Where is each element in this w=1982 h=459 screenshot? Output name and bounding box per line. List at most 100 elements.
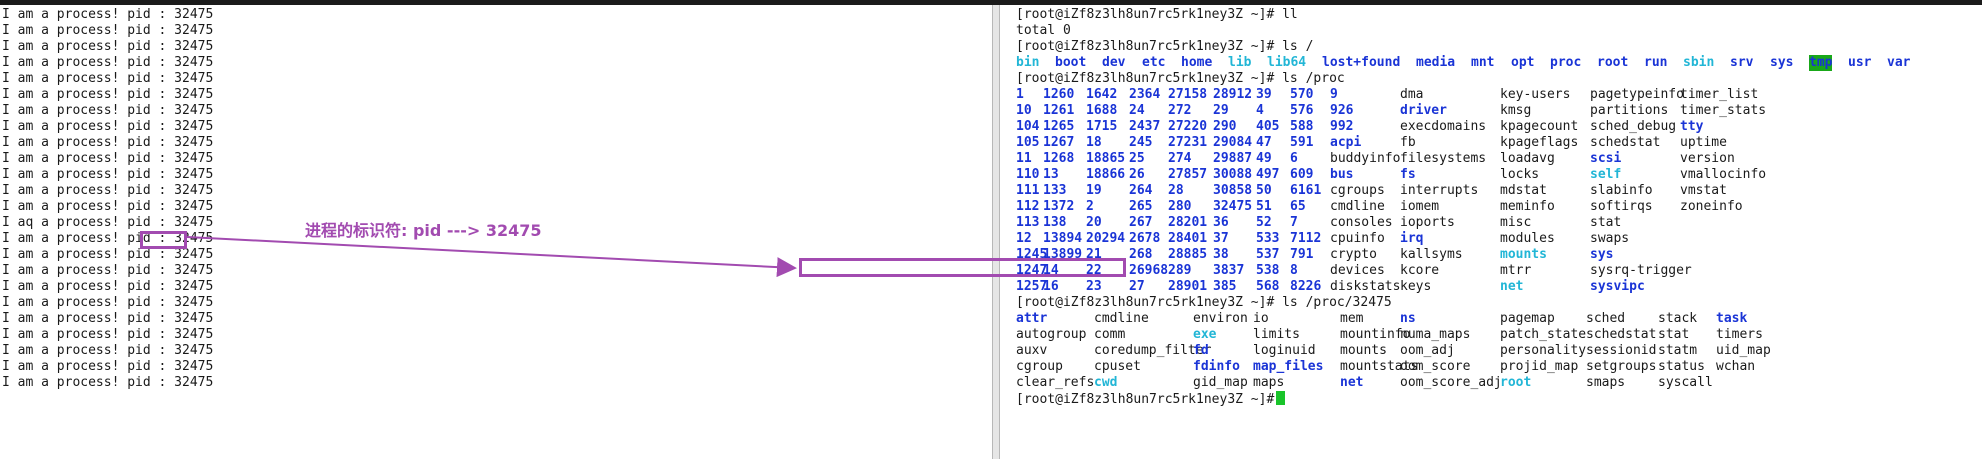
pid-entry: comm bbox=[1094, 327, 1126, 342]
proc-entry: key-users bbox=[1500, 87, 1571, 102]
output-line: I am a process! pid : 32475 bbox=[2, 135, 214, 150]
output-line: I am a process! pid : 32475 bbox=[2, 343, 214, 358]
pid-entry: setgroups bbox=[1586, 359, 1657, 374]
proc-entry: 280 bbox=[1168, 199, 1192, 214]
proc-entry: 30088 bbox=[1213, 167, 1253, 182]
pid-entry: cwd bbox=[1094, 375, 1118, 390]
proc-entry: acpi bbox=[1330, 135, 1362, 150]
proc-entry: bus bbox=[1330, 167, 1354, 182]
proc-entry: 133 bbox=[1043, 183, 1067, 198]
proc-entry: driver bbox=[1400, 103, 1447, 118]
pid-entry: map_files bbox=[1253, 359, 1324, 374]
root-dir-entry: home bbox=[1181, 55, 1213, 70]
proc-entry: 7 bbox=[1290, 215, 1298, 230]
proc-entry: 791 bbox=[1290, 247, 1314, 262]
proc-entry: sched_debug bbox=[1590, 119, 1677, 134]
proc-entry: 385 bbox=[1213, 279, 1237, 294]
pane-divider[interactable] bbox=[992, 5, 1000, 459]
terminal-cursor bbox=[1276, 391, 1286, 405]
proc-entry: buddyinfo bbox=[1330, 151, 1401, 166]
pid-entry: patch_state bbox=[1500, 327, 1587, 342]
proc-entry: 19 bbox=[1086, 183, 1102, 198]
proc-entry: 30858 bbox=[1213, 183, 1253, 198]
proc-entry: 1260 bbox=[1043, 87, 1075, 102]
proc-entry: 609 bbox=[1290, 167, 1314, 182]
proc-entry: 36 bbox=[1213, 215, 1229, 230]
proc-entry: scsi bbox=[1590, 151, 1622, 166]
proc-entry: 25 bbox=[1129, 151, 1145, 166]
proc-entry: 112 bbox=[1016, 199, 1040, 214]
proc-entry: crypto bbox=[1330, 247, 1377, 262]
proc-entry: 497 bbox=[1256, 167, 1280, 182]
proc-entry: uptime bbox=[1680, 135, 1727, 150]
root-dir-entry: boot bbox=[1055, 55, 1087, 70]
proc-entry: fs bbox=[1400, 167, 1416, 182]
proc-entry: 18865 bbox=[1086, 151, 1126, 166]
root-dir-entry: proc bbox=[1550, 55, 1582, 70]
command-text: ls /proc/32475 bbox=[1274, 295, 1392, 310]
output-line: I am a process! pid : 32475 bbox=[2, 167, 214, 182]
proc-entry: 32475 bbox=[1213, 199, 1253, 214]
proc-entry: 52 bbox=[1256, 215, 1272, 230]
proc-entry: 13894 bbox=[1043, 231, 1083, 246]
proc-entry: 27231 bbox=[1168, 135, 1208, 150]
pid-entry: wchan bbox=[1716, 359, 1756, 374]
root-dir-entry: bin bbox=[1016, 55, 1040, 70]
pid-entry: loginuid bbox=[1253, 343, 1316, 358]
proc-entry: swaps bbox=[1590, 231, 1630, 246]
proc-entry: timer_list bbox=[1680, 87, 1759, 102]
proc-entry: partitions bbox=[1590, 103, 1669, 118]
proc-entry: 28201 bbox=[1168, 215, 1208, 230]
proc-entry: mounts bbox=[1500, 247, 1547, 262]
proc-entry: cgroups bbox=[1330, 183, 1385, 198]
pid-entry: uid_map bbox=[1716, 343, 1771, 358]
proc-entry: 23 bbox=[1086, 279, 1102, 294]
proc-entry: 2678 bbox=[1129, 231, 1161, 246]
proc-entry: interrupts bbox=[1400, 183, 1479, 198]
proc-entry: 29887 bbox=[1213, 151, 1253, 166]
output-line: I am a process! pid : 32475 bbox=[2, 23, 214, 38]
pid-entry: exe bbox=[1193, 327, 1217, 342]
output-line: I am a process! pid : 32475 bbox=[2, 199, 214, 214]
output-line: I am a process! pid : 32475 bbox=[2, 359, 214, 374]
proc-entry: stat bbox=[1590, 215, 1622, 230]
proc-entry: kcore bbox=[1400, 263, 1440, 278]
proc-entry: 50 bbox=[1256, 183, 1272, 198]
pid-entry: syscall bbox=[1658, 375, 1713, 390]
proc-entry: 28912 bbox=[1213, 87, 1253, 102]
proc-entry: 8 bbox=[1290, 263, 1298, 278]
proc-entry: 1265 bbox=[1043, 119, 1075, 134]
prompt-text: [root@iZf8z3lh8un7rc5rk1ney3Z ~]# bbox=[1016, 71, 1275, 86]
proc-entry: sysrq-trigger bbox=[1590, 263, 1692, 278]
root-dir-entry: srv bbox=[1730, 55, 1754, 70]
root-dir-entry: dev bbox=[1102, 55, 1126, 70]
pid-entry: fdinfo bbox=[1193, 359, 1240, 374]
proc-entry: 926 bbox=[1330, 103, 1354, 118]
proc-entry: 28901 bbox=[1168, 279, 1208, 294]
pid-entry: oom_adj bbox=[1400, 343, 1455, 358]
proc-entry: 1715 bbox=[1086, 119, 1118, 134]
proc-entry: 12 bbox=[1016, 231, 1032, 246]
proc-entry: 267 bbox=[1129, 215, 1153, 230]
proc-entry: 8226 bbox=[1290, 279, 1322, 294]
pid-entry: timers bbox=[1716, 327, 1763, 342]
proc-entry: 1261 bbox=[1043, 103, 1075, 118]
prompt-text: [root@iZf8z3lh8un7rc5rk1ney3Z ~]# bbox=[1016, 392, 1275, 407]
right-terminal-pane[interactable]: [root@iZf8z3lh8un7rc5rk1ney3Z ~]# ll tota… bbox=[1000, 5, 1982, 459]
proc-entry: pagetypeinfo bbox=[1590, 87, 1684, 102]
pid-entry: smaps bbox=[1586, 375, 1626, 390]
prompt-text: [root@iZf8z3lh8un7rc5rk1ney3Z ~]# bbox=[1016, 39, 1275, 54]
proc-entry: cpuinfo bbox=[1330, 231, 1385, 246]
pid-entry: auxv bbox=[1016, 343, 1048, 358]
proc-entry: 538 bbox=[1256, 263, 1280, 278]
proc-entry: 289 bbox=[1168, 263, 1192, 278]
proc-entry: 113 bbox=[1016, 215, 1040, 230]
proc-entry: 1268 bbox=[1043, 151, 1075, 166]
proc-entry: 588 bbox=[1290, 119, 1314, 134]
pid-entry: cpuset bbox=[1094, 359, 1141, 374]
proc-entry: version bbox=[1680, 151, 1735, 166]
proc-entry: 16 bbox=[1043, 279, 1059, 294]
proc-entry: 27220 bbox=[1168, 119, 1208, 134]
proc-entry: 27158 bbox=[1168, 87, 1208, 102]
output-line: I am a process! pid : 32475 bbox=[2, 295, 214, 310]
